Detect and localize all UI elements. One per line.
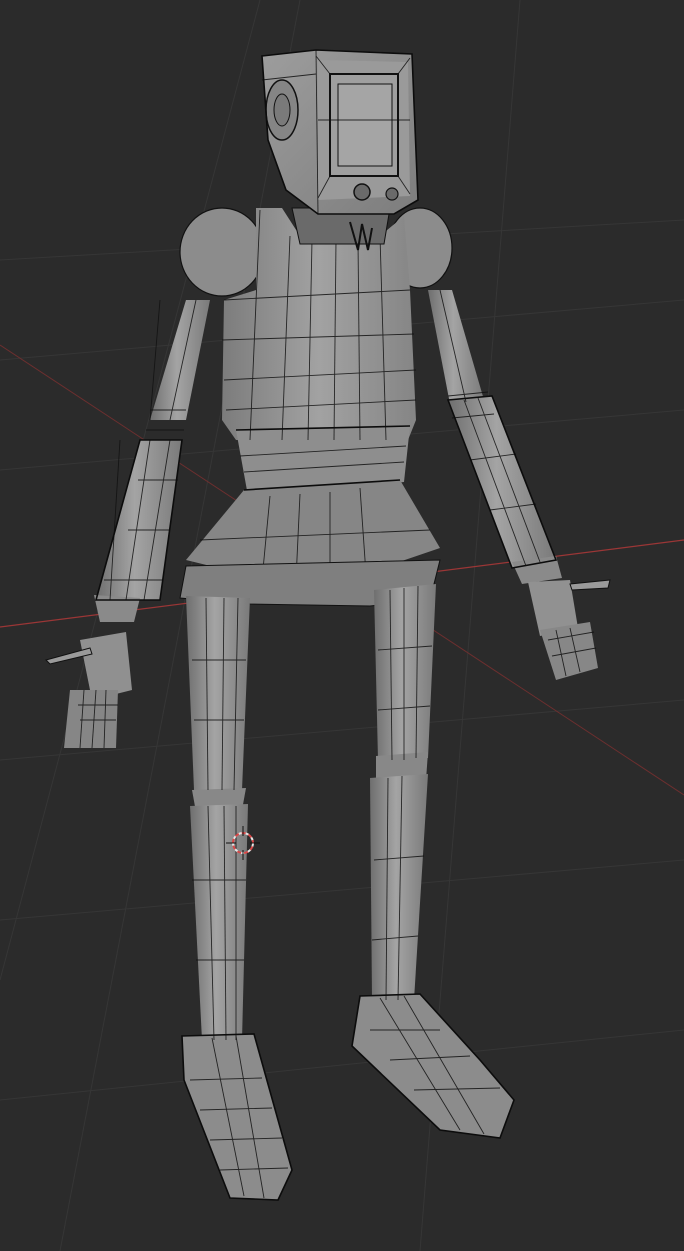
chin-bolt-small [385, 187, 399, 201]
3d-viewport[interactable] [0, 0, 684, 1251]
right-arm[interactable] [428, 289, 611, 680]
left-leg[interactable] [181, 596, 293, 1201]
left-arm[interactable] [45, 299, 210, 749]
viewport-canvas[interactable] [0, 0, 684, 1251]
left-shoulder[interactable] [179, 207, 265, 297]
chin-bolt [353, 183, 371, 201]
robot-mesh[interactable] [45, 49, 611, 1201]
head[interactable] [261, 49, 419, 215]
